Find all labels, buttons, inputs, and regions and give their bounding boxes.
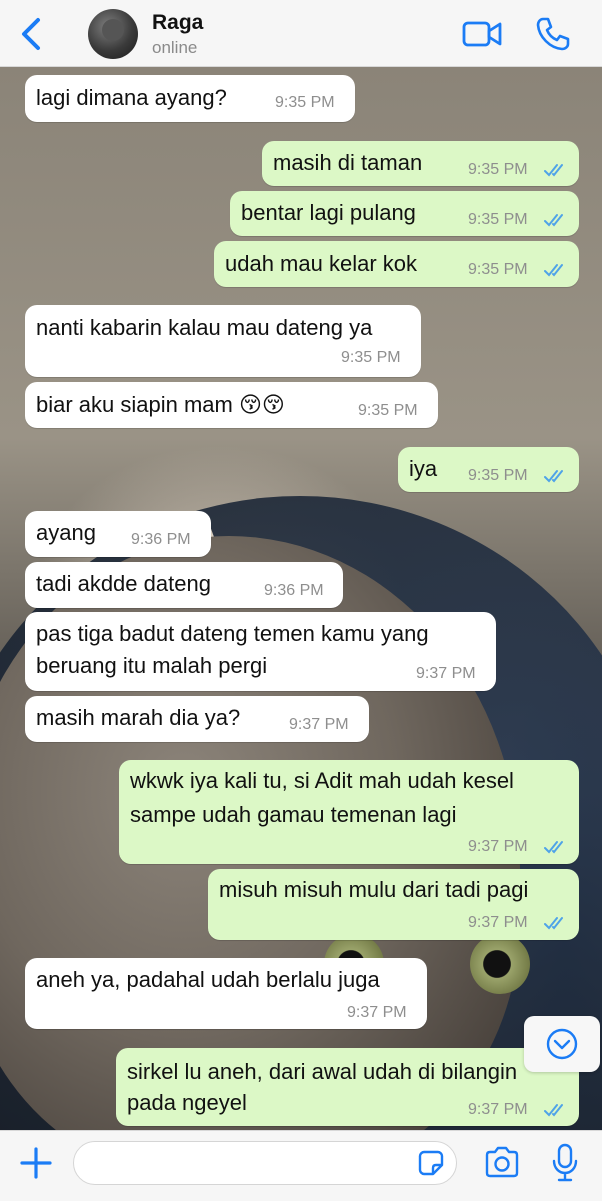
message-text: misuh misuh mulu dari tadi pagi	[219, 877, 529, 902]
message-text-line: pas tiga badut dateng temen kamu yang	[36, 621, 429, 646]
message-text: masih marah dia ya?	[36, 705, 241, 730]
message-text: lagi dimana ayang?	[36, 85, 227, 110]
sticker-icon[interactable]	[418, 1150, 444, 1176]
message-composer-bar	[0, 1130, 602, 1201]
message-text-line: pada ngeyel	[127, 1090, 247, 1115]
message-time: 9:35 PM	[341, 349, 401, 366]
message-bubble-incoming[interactable]: tadi akdde dateng 9:36 PM	[25, 562, 343, 608]
message-bubble-outgoing[interactable]: wkwk iya kali tu, si Adit mah udah kesel…	[119, 760, 579, 864]
message-time: 9:37 PM	[347, 1004, 407, 1021]
chevron-left-icon[interactable]	[14, 14, 54, 54]
message-time: 9:37 PM	[289, 716, 349, 733]
message-text-line: beruang itu malah pergi	[36, 653, 268, 678]
message-time: 9:37 PM	[468, 838, 528, 855]
double-check-icon	[544, 164, 563, 177]
message-input[interactable]	[88, 1150, 412, 1176]
avatar[interactable]	[88, 9, 138, 59]
message-bubble-outgoing[interactable]: udah mau kelar kok 9:35 PM	[214, 241, 579, 287]
message-time: 9:35 PM	[275, 94, 335, 111]
message-bubble-incoming[interactable]: lagi dimana ayang? 9:35 PM	[25, 75, 355, 122]
chevron-down-icon	[546, 1028, 578, 1060]
message-bubble-incoming[interactable]: aneh ya, padahal udah berlalu juga 9:37 …	[25, 958, 427, 1029]
message-text: ayang	[36, 520, 96, 545]
message-bubble-incoming[interactable]: biar aku siapin mam 😚😚 9:35 PM	[25, 382, 438, 428]
wallpaper-cat-eye	[470, 934, 530, 994]
double-check-icon	[544, 1104, 563, 1117]
message-text-line: sirkel lu aneh, dari awal udah di bilang…	[127, 1059, 518, 1084]
message-time: 9:37 PM	[468, 1101, 528, 1118]
message-bubble-incoming[interactable]: nanti kabarin kalau mau dateng ya 9:35 P…	[25, 305, 421, 377]
message-bubble-outgoing[interactable]: masih di taman 9:35 PM	[262, 141, 579, 186]
message-time: 9:36 PM	[131, 531, 191, 548]
chat-header: Raga online	[0, 0, 602, 67]
message-text: tadi akdde dateng	[36, 571, 211, 596]
message-time: 9:35 PM	[468, 211, 528, 228]
double-check-icon	[544, 214, 563, 227]
message-bubble-outgoing[interactable]: iya 9:35 PM	[398, 447, 579, 492]
message-text-line: sampe udah gamau temenan lagi	[130, 802, 457, 827]
message-input-wrapper	[73, 1141, 457, 1185]
message-time: 9:35 PM	[468, 467, 528, 484]
message-time: 9:36 PM	[264, 582, 324, 599]
double-check-icon	[544, 264, 563, 277]
contact-status: online	[152, 38, 198, 57]
message-text: nanti kabarin kalau mau dateng ya	[36, 315, 373, 340]
message-text: iya	[409, 456, 438, 481]
double-check-icon	[544, 841, 563, 854]
message-time: 9:35 PM	[468, 161, 528, 178]
message-time: 9:35 PM	[468, 261, 528, 278]
double-check-icon	[544, 470, 563, 483]
message-bubble-outgoing[interactable]: bentar lagi pulang 9:35 PM	[230, 191, 579, 236]
double-check-icon	[544, 917, 563, 930]
phone-icon[interactable]	[534, 15, 572, 53]
message-text: bentar lagi pulang	[241, 200, 416, 225]
message-bubble-outgoing[interactable]: sirkel lu aneh, dari awal udah di bilang…	[116, 1048, 579, 1126]
message-text: biar aku siapin mam 😚😚	[36, 392, 285, 417]
contact-name[interactable]: Raga	[152, 11, 203, 35]
microphone-icon[interactable]	[550, 1143, 580, 1183]
message-bubble-incoming[interactable]: masih marah dia ya? 9:37 PM	[25, 696, 369, 742]
message-time: 9:35 PM	[358, 402, 418, 419]
message-text-line: wkwk iya kali tu, si Adit mah udah kesel	[130, 768, 514, 793]
message-time: 9:37 PM	[468, 914, 528, 931]
message-bubble-outgoing[interactable]: misuh misuh mulu dari tadi pagi 9:37 PM	[208, 869, 579, 940]
message-bubble-incoming[interactable]: pas tiga badut dateng temen kamu yang be…	[25, 612, 496, 691]
message-text: udah mau kelar kok	[225, 251, 417, 276]
message-time: 9:37 PM	[416, 665, 476, 682]
scroll-to-bottom-button[interactable]	[524, 1016, 600, 1072]
message-text: aneh ya, padahal udah berlalu juga	[36, 967, 380, 992]
plus-icon[interactable]	[16, 1143, 56, 1183]
message-text: masih di taman	[273, 150, 423, 175]
camera-icon[interactable]	[484, 1146, 520, 1178]
message-bubble-incoming[interactable]: ayang 9:36 PM	[25, 511, 211, 557]
video-camera-icon[interactable]	[462, 17, 502, 51]
